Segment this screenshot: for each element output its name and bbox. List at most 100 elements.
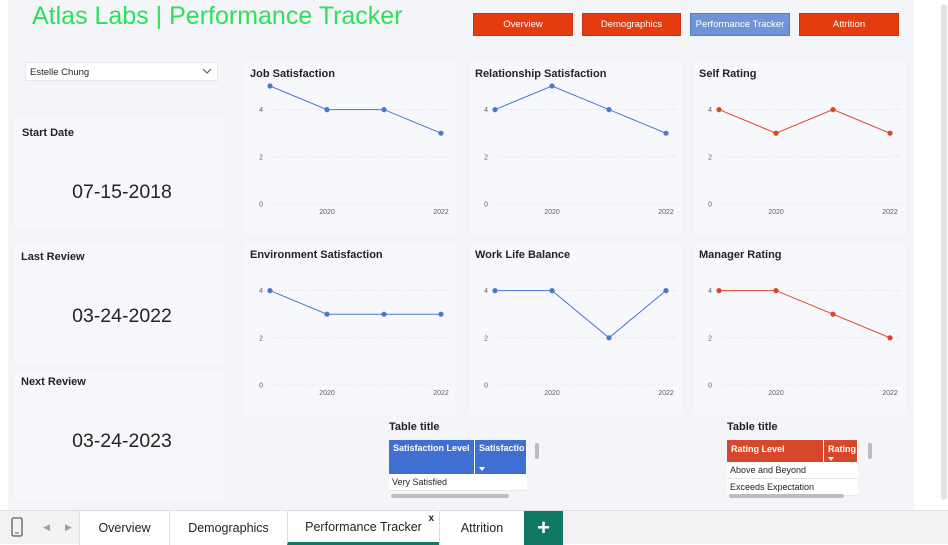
data-point <box>773 288 779 294</box>
employee-dropdown[interactable]: Estelle Chung <box>25 62 218 81</box>
chart-self-rating[interactable]: Self Rating 0 2 4 2020 2022 <box>694 62 906 234</box>
data-point <box>492 288 498 294</box>
nav-button-performance-tracker[interactable]: Performance Tracker <box>690 13 790 36</box>
x-tick-label: 2022 <box>433 209 449 216</box>
report-canvas: Atlas Labs | Performance Tracker Overvie… <box>8 0 914 510</box>
y-tick-label: 4 <box>708 107 712 114</box>
sort-down-icon <box>479 467 485 471</box>
line-chart: 0 2 4 2020 2022 <box>259 288 451 397</box>
chart-job-satisfaction[interactable]: Job Satisfaction 0 2 4 2020 2022 <box>245 62 457 234</box>
y-tick-label: 2 <box>484 154 488 161</box>
scroll-right-icon[interactable]: ▶ <box>65 522 72 533</box>
tab-demographics[interactable]: Demographics <box>169 511 287 545</box>
y-tick-label: 0 <box>259 202 263 209</box>
rating-table[interactable]: Table title Rating Level Rating Above an… <box>727 421 877 501</box>
series-line <box>495 290 667 339</box>
page-scrollbar[interactable] <box>941 4 947 500</box>
x-tick-label: 2020 <box>319 209 335 216</box>
series-line <box>269 290 441 315</box>
y-tick-label: 2 <box>708 154 712 161</box>
x-tick-label: 2022 <box>882 390 898 397</box>
table-header-rating[interactable]: Rating <box>824 440 858 462</box>
tab-attrition[interactable]: Attrition <box>439 511 524 545</box>
tab-label: Performance Tracker <box>305 519 422 534</box>
y-tick-label: 2 <box>708 335 712 342</box>
data-point <box>887 130 893 136</box>
data-point <box>830 107 836 113</box>
x-tick-label: 2020 <box>319 390 335 397</box>
data-point <box>492 107 498 113</box>
close-tab-icon[interactable]: x <box>428 513 434 524</box>
satisfaction-table[interactable]: Table title Satisfaction Level Satisfact… <box>389 421 539 501</box>
table-vscrollbar[interactable] <box>535 443 539 459</box>
last-review-value: 03-24-2022 <box>72 305 172 327</box>
mobile-layout-icon[interactable] <box>10 516 24 538</box>
data-point <box>438 130 444 136</box>
data-point <box>267 83 273 89</box>
data-point <box>716 288 722 294</box>
y-tick-label: 2 <box>484 335 488 342</box>
y-tick-label: 0 <box>484 202 488 209</box>
x-tick-label: 2020 <box>768 209 784 216</box>
table-hscrollbar[interactable] <box>729 494 844 498</box>
x-tick-label: 2020 <box>544 390 560 397</box>
y-tick-label: 4 <box>484 107 488 114</box>
table-header-label: Satisfactio <box>479 443 525 453</box>
data-point <box>773 130 779 136</box>
add-page-button[interactable]: + <box>524 511 563 545</box>
series-line <box>718 109 891 134</box>
table-header-satisfaction[interactable]: Satisfactio <box>475 440 527 474</box>
table-header-rating-level[interactable]: Rating Level <box>727 440 824 462</box>
y-tick-label: 2 <box>259 335 263 342</box>
data-point <box>324 311 330 317</box>
y-tick-label: 0 <box>259 383 263 390</box>
sort-down-icon <box>828 457 834 461</box>
y-tick-label: 0 <box>708 202 712 209</box>
table-hscrollbar[interactable] <box>391 494 509 498</box>
data-point <box>549 83 555 89</box>
chart-environment-satisfaction[interactable]: Environment Satisfaction 0 2 4 2020 2022 <box>245 243 457 415</box>
nav-button-demographics[interactable]: Demographics <box>582 13 681 36</box>
y-tick-label: 4 <box>259 107 263 114</box>
data-point <box>606 107 612 113</box>
table-header-satisfaction-level[interactable]: Satisfaction Level <box>389 440 475 474</box>
line-chart: 0 2 4 2020 2022 <box>484 288 676 397</box>
next-review-label: Next Review <box>21 376 86 388</box>
y-tick-label: 2 <box>259 154 263 161</box>
data-point <box>324 107 330 113</box>
chart-manager-rating[interactable]: Manager Rating 0 2 4 2020 2022 <box>694 243 906 415</box>
chart-work-life-balance[interactable]: Work Life Balance 0 2 4 2020 2022 <box>470 243 682 415</box>
page-title: Atlas Labs | Performance Tracker <box>32 2 403 30</box>
table-row: Above and Beyond <box>727 462 858 479</box>
line-chart: 0 2 4 2020 2022 <box>708 107 900 216</box>
start-date-value: 07-15-2018 <box>72 181 172 203</box>
line-chart: 0 2 4 2020 2022 <box>708 288 900 397</box>
x-tick-label: 2022 <box>658 390 674 397</box>
series-line <box>269 85 442 134</box>
y-tick-label: 0 <box>484 383 488 390</box>
y-tick-label: 4 <box>484 288 488 295</box>
y-tick-label: 4 <box>259 288 263 295</box>
page-tab-bar: ◀ ▶ Overview Demographics Performance Tr… <box>0 510 948 545</box>
scroll-left-icon[interactable]: ◀ <box>43 522 50 533</box>
data-point <box>438 311 444 317</box>
nav-button-overview[interactable]: Overview <box>473 13 573 36</box>
data-point <box>663 130 669 136</box>
chart-relationship-satisfaction[interactable]: Relationship Satisfaction 0 2 4 2020 2022 <box>470 62 682 234</box>
data-point <box>381 311 387 317</box>
tab-performance-tracker[interactable]: Performance Tracker x <box>287 511 439 545</box>
start-date-label: Start Date <box>22 127 74 139</box>
data-point <box>549 288 555 294</box>
table-title: Table title <box>727 421 778 433</box>
table-header-label: Rating <box>828 444 856 454</box>
tab-overview[interactable]: Overview <box>79 511 169 545</box>
nav-button-attrition[interactable]: Attrition <box>799 13 899 36</box>
series-line <box>494 85 667 134</box>
x-tick-label: 2022 <box>433 390 449 397</box>
line-chart: 0 2 4 2020 2022 <box>259 83 451 216</box>
data-point <box>830 311 836 317</box>
table-vscrollbar[interactable] <box>868 443 872 459</box>
next-review-value: 03-24-2023 <box>72 430 172 452</box>
y-tick-label: 4 <box>708 288 712 295</box>
x-tick-label: 2022 <box>658 209 674 216</box>
